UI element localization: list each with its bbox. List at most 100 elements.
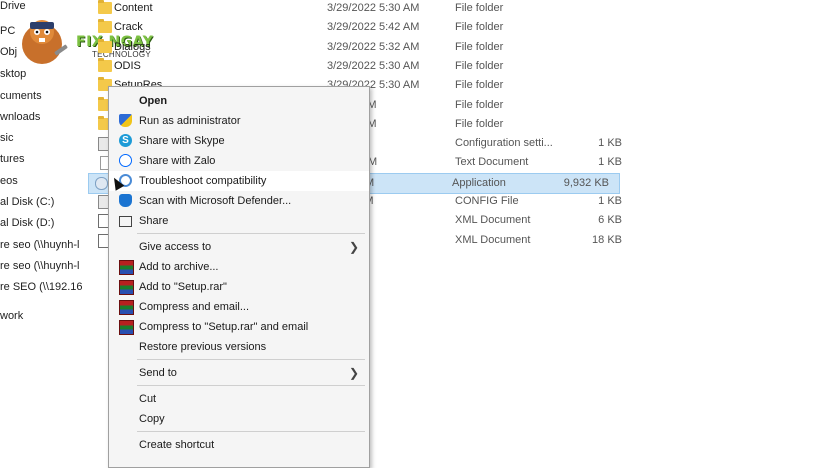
menu-item-label: Troubleshoot compatibility	[139, 175, 267, 187]
menu-item-add-to-setup-rar[interactable]: Add to "Setup.rar"	[109, 277, 369, 297]
file-size: 6 KB	[598, 214, 622, 227]
file-type: Text Document	[455, 156, 529, 169]
folder-icon	[98, 57, 112, 72]
menu-item-label: Open	[139, 95, 168, 107]
winrar-icon	[119, 260, 134, 275]
menu-item-label: Send to	[139, 367, 177, 379]
menu-item-share-with-zalo[interactable]: Share with Zalo	[109, 151, 369, 171]
menu-separator	[137, 385, 365, 386]
share-icon	[119, 216, 132, 227]
nav-item[interactable]: al Disk (D:)	[0, 217, 54, 229]
file-type: File folder	[455, 59, 504, 72]
file-type: File folder	[455, 2, 504, 14]
nav-item[interactable]: PC	[0, 25, 15, 37]
menu-separator	[137, 233, 365, 234]
menu-item-run-as-administrator[interactable]: Run as administrator	[109, 111, 369, 131]
file-type: File folder	[455, 40, 504, 53]
file-name: Crack	[114, 21, 143, 34]
menu-item-label: Share with Zalo	[139, 155, 216, 167]
beaver-mascot-icon	[22, 20, 68, 64]
file-size: 1 KB	[598, 195, 622, 207]
menu-item-label: Share	[139, 215, 169, 227]
nav-item[interactable]: al Disk (C:)	[0, 196, 54, 208]
menu-item-open[interactable]: Open	[109, 91, 369, 111]
defender-shield-icon	[119, 194, 132, 207]
file-type: Application	[452, 176, 506, 189]
nav-item[interactable]: re seo (\\huynh-l	[0, 260, 79, 272]
menu-item-share-with-skype[interactable]: S Share with Skype	[109, 131, 369, 151]
file-name: ODIS	[114, 59, 141, 72]
file-row[interactable]: Dialogs 3/29/2022 5:32 AM File folder	[92, 38, 632, 57]
nav-item[interactable]: sic	[0, 132, 13, 144]
menu-item-label: Add to "Setup.rar"	[139, 281, 227, 293]
nav-item[interactable]: wnloads	[0, 111, 40, 123]
file-date: 3/29/2022 5:42 AM	[327, 21, 420, 34]
file-row[interactable]: Content 3/29/2022 5:30 AM File folder	[92, 0, 632, 18]
menu-item-label: Create shortcut	[139, 439, 215, 451]
menu-item-copy[interactable]: Copy	[109, 409, 369, 429]
menu-item-scan-with-defender[interactable]: Scan with Microsoft Defender...	[109, 191, 369, 211]
menu-item-label: Run as administrator	[139, 115, 241, 127]
menu-item-label: Restore previous versions	[139, 341, 267, 353]
menu-separator	[137, 359, 365, 360]
context-menu: Open Run as administrator S Share with S…	[108, 86, 370, 468]
menu-item-label: Compress and email...	[139, 301, 250, 313]
file-size: 9,932 KB	[563, 176, 609, 189]
menu-item-share[interactable]: Share	[109, 211, 369, 231]
zalo-icon	[119, 154, 132, 167]
uac-shield-icon	[119, 114, 132, 127]
menu-item-label: Share with Skype	[139, 135, 225, 147]
nav-item[interactable]: re SEO (\\192.16	[0, 281, 83, 293]
nav-item[interactable]: tures	[0, 153, 24, 165]
nav-item[interactable]: work	[0, 310, 23, 322]
file-row[interactable]: Crack 3/29/2022 5:42 AM File folder	[92, 18, 632, 37]
file-type: File folder	[455, 117, 504, 130]
winrar-icon	[119, 300, 134, 315]
file-size: 1 KB	[598, 137, 622, 150]
file-type: File folder	[455, 21, 504, 34]
menu-item-cut[interactable]: Cut	[109, 389, 369, 409]
nav-item[interactable]: eos	[0, 175, 18, 187]
file-name: Dialogs	[114, 40, 151, 53]
nav-item[interactable]: re seo (\\huynh-l	[0, 239, 79, 251]
file-date: 3/29/2022 5:30 AM	[327, 59, 420, 72]
menu-item-restore-previous-versions[interactable]: Restore previous versions	[109, 337, 369, 357]
file-type: File folder	[455, 98, 504, 111]
menu-item-label: Compress to "Setup.rar" and email	[139, 321, 309, 333]
menu-item-troubleshoot-compatibility[interactable]: Troubleshoot compatibility	[109, 171, 369, 191]
nav-item[interactable]: Drive	[0, 0, 26, 12]
file-type: File folder	[455, 79, 504, 92]
file-date: 3/29/2022 5:32 AM	[327, 40, 420, 53]
folder-icon	[98, 38, 112, 53]
menu-item-label: Give access to	[139, 241, 212, 253]
submenu-arrow-icon: ❯	[348, 366, 359, 380]
menu-item-compress-and-email[interactable]: Compress and email...	[109, 297, 369, 317]
file-size: 1 KB	[598, 156, 622, 169]
folder-icon	[98, 19, 112, 34]
menu-item-create-shortcut[interactable]: Create shortcut	[109, 435, 369, 455]
menu-item-add-to-archive[interactable]: Add to archive...	[109, 257, 369, 277]
menu-item-label: Copy	[139, 413, 165, 425]
skype-icon: S	[119, 134, 132, 147]
file-date: 3/29/2022 5:30 AM	[327, 2, 420, 14]
menu-item-send-to[interactable]: Send to ❯	[109, 363, 369, 383]
winrar-icon	[119, 320, 134, 335]
file-size: 18 KB	[592, 233, 622, 246]
file-type: XML Document	[455, 233, 531, 246]
file-type: XML Document	[455, 214, 531, 227]
menu-item-give-access-to[interactable]: Give access to ❯	[109, 237, 369, 257]
file-type: CONFIG File	[455, 195, 519, 207]
application-icon	[95, 176, 108, 190]
menu-item-label: Cut	[139, 393, 157, 405]
submenu-arrow-icon: ❯	[348, 240, 359, 254]
file-type: Configuration setti...	[455, 137, 553, 150]
menu-item-label: Add to archive...	[139, 261, 219, 273]
menu-separator	[137, 431, 365, 432]
file-name: Content	[114, 2, 153, 14]
nav-item[interactable]: cuments	[0, 90, 42, 102]
folder-icon	[98, 0, 112, 14]
winrar-icon	[119, 280, 134, 295]
menu-item-label: Scan with Microsoft Defender...	[139, 195, 292, 207]
menu-item-compress-to-setup-rar-and-email[interactable]: Compress to "Setup.rar" and email	[109, 317, 369, 337]
file-row[interactable]: ODIS 3/29/2022 5:30 AM File folder	[92, 57, 632, 76]
